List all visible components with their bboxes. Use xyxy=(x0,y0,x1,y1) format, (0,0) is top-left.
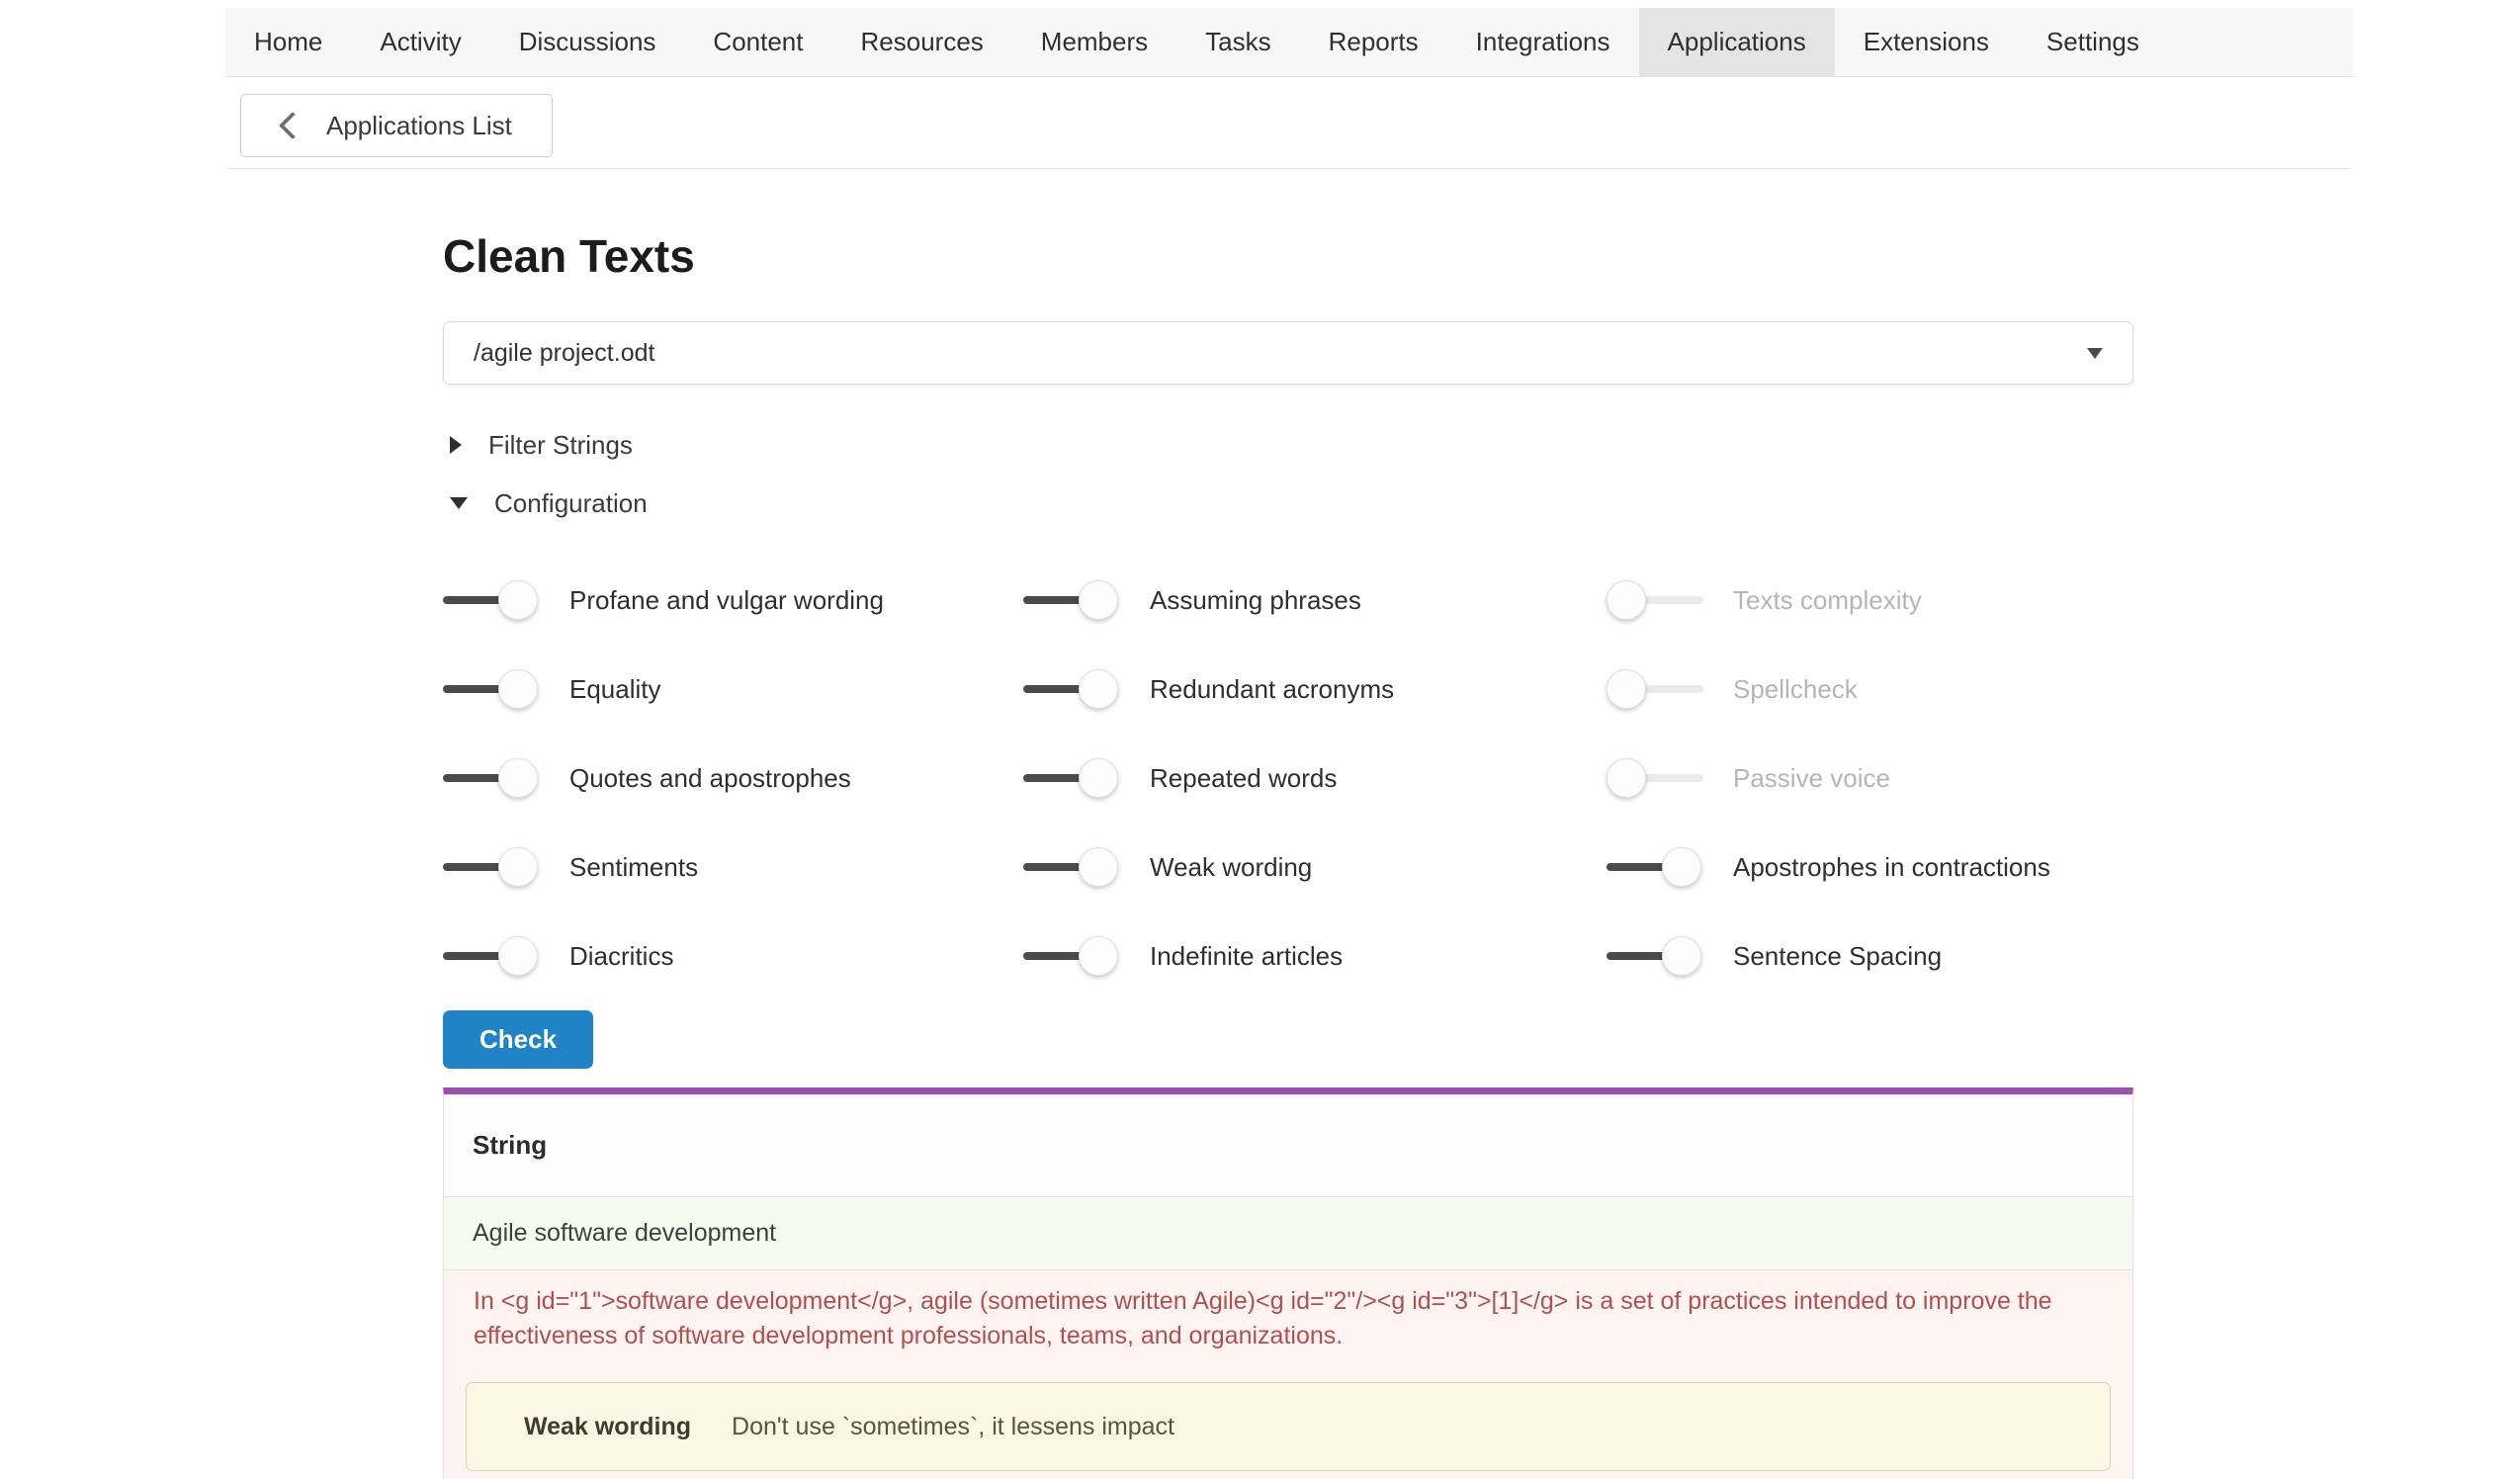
caret-down-icon xyxy=(2087,348,2103,359)
toggle-label: Apostrophes in contractions xyxy=(1733,852,2050,883)
file-dropdown-value: /agile project.odt xyxy=(474,339,654,368)
toggle-row: Texts complexity xyxy=(1607,556,2140,645)
toggle-label: Repeated words xyxy=(1150,763,1337,794)
filter-strings-label: Filter Strings xyxy=(488,430,633,461)
toggle-row: Repeated words xyxy=(1023,734,1607,823)
switch-knob xyxy=(498,669,538,709)
switch-knob xyxy=(498,936,538,976)
back-button-label: Applications List xyxy=(326,111,512,141)
header-divider xyxy=(225,168,2353,169)
toggle-apostrophes-contractions[interactable] xyxy=(1607,845,1705,889)
nav-item-discussions[interactable]: Discussions xyxy=(490,8,685,76)
toggle-row: Passive voice xyxy=(1607,734,2140,823)
toggle-row: Indefinite articles xyxy=(1023,912,1607,1000)
toggle-row: Apostrophes in contractions xyxy=(1607,823,2140,912)
toggle-indefinite-articles[interactable] xyxy=(1023,934,1122,978)
switch-knob xyxy=(1607,758,1646,798)
toggle-row: Equality xyxy=(443,645,1023,734)
string-error-text: In <g id="1">software development</g>, a… xyxy=(474,1284,2085,1353)
toggle-label: Sentiments xyxy=(569,852,698,883)
switch-knob xyxy=(1662,847,1701,887)
toggle-row: Spellcheck xyxy=(1607,645,2140,734)
switch-knob xyxy=(1079,847,1118,887)
toggle-row: Sentence Spacing xyxy=(1607,912,2140,1000)
toggle-row: Weak wording xyxy=(1023,823,1607,912)
toggle-row: Assuming phrases xyxy=(1023,556,1607,645)
file-dropdown[interactable]: /agile project.odt xyxy=(443,321,2133,385)
issue-message: Don't use `sometimes`, it lessens impact xyxy=(732,1413,1174,1441)
toggle-texts-complexity[interactable] xyxy=(1607,578,1705,622)
toggle-repeated-words[interactable] xyxy=(1023,756,1122,800)
switch-knob xyxy=(1662,936,1701,976)
toggle-row: Sentiments xyxy=(443,823,1023,912)
nav-item-extensions[interactable]: Extensions xyxy=(1835,8,2018,76)
toggle-diacritics[interactable] xyxy=(443,934,542,978)
toggle-label: Indefinite articles xyxy=(1150,941,1343,972)
toggle-profane-vulgar-wording[interactable] xyxy=(443,578,542,622)
results-panel: String Agile software development In <g … xyxy=(443,1088,2133,1479)
switch-knob xyxy=(498,847,538,887)
toggle-row: Profane and vulgar wording xyxy=(443,556,1023,645)
toggle-label: Profane and vulgar wording xyxy=(569,585,884,616)
toggle-label: Passive voice xyxy=(1733,763,1890,794)
toggle-passive-voice[interactable] xyxy=(1607,756,1705,800)
nav-item-members[interactable]: Members xyxy=(1012,8,1176,76)
nav-item-home[interactable]: Home xyxy=(225,8,351,76)
toggle-weak-wording[interactable] xyxy=(1023,845,1122,889)
top-navigation: Home Activity Discussions Content Resour… xyxy=(225,8,2353,77)
toggle-row: Redundant acronyms xyxy=(1023,645,1607,734)
issue-type-label: Weak wording xyxy=(524,1413,691,1441)
triangle-down-icon xyxy=(450,497,468,509)
nav-item-applications[interactable]: Applications xyxy=(1639,8,1835,76)
issue-warning-box: Weak wording Don't use `sometimes`, it l… xyxy=(466,1382,2111,1471)
switch-knob xyxy=(1079,758,1118,798)
toggle-label: Diacritics xyxy=(569,941,673,972)
result-string-row[interactable]: Agile software development xyxy=(444,1197,2132,1270)
switch-knob xyxy=(1607,669,1646,709)
nav-item-integrations[interactable]: Integrations xyxy=(1447,8,1639,76)
switch-knob xyxy=(498,758,538,798)
toggle-sentiments[interactable] xyxy=(443,845,542,889)
configuration-toggle-grid: Profane and vulgar wording Equality Quot… xyxy=(443,556,2140,1000)
toggle-label: Texts complexity xyxy=(1733,585,1922,616)
clean-texts-app-page: Home Activity Discussions Content Resour… xyxy=(0,0,2520,1479)
toggle-equality[interactable] xyxy=(443,667,542,711)
toggle-row: Diacritics xyxy=(443,912,1023,1000)
toggle-label: Spellcheck xyxy=(1733,674,1858,705)
nav-item-resources[interactable]: Resources xyxy=(832,8,1012,76)
toggle-label: Weak wording xyxy=(1150,852,1312,883)
triangle-right-icon xyxy=(450,436,462,454)
nav-item-content[interactable]: Content xyxy=(684,8,831,76)
switch-knob xyxy=(1079,669,1118,709)
toggle-label: Assuming phrases xyxy=(1150,585,1361,616)
switch-knob xyxy=(498,580,538,620)
toggle-label: Sentence Spacing xyxy=(1733,941,1942,972)
nav-item-settings[interactable]: Settings xyxy=(2018,8,2168,76)
switch-knob xyxy=(1607,580,1646,620)
page-title: Clean Texts xyxy=(443,229,695,283)
switch-knob xyxy=(1079,936,1118,976)
switch-knob xyxy=(1079,580,1118,620)
nav-item-reports[interactable]: Reports xyxy=(1300,8,1447,76)
toggle-redundant-acronyms[interactable] xyxy=(1023,667,1122,711)
check-button[interactable]: Check xyxy=(443,1010,593,1069)
nav-item-tasks[interactable]: Tasks xyxy=(1176,8,1299,76)
filter-strings-section-header[interactable]: Filter Strings xyxy=(450,426,633,464)
string-detail-section: In <g id="1">software development</g>, a… xyxy=(444,1270,2132,1479)
toggle-sentence-spacing[interactable] xyxy=(1607,934,1705,978)
results-header: String xyxy=(444,1094,2132,1197)
toggle-row: Quotes and apostrophes xyxy=(443,734,1023,823)
toggle-label: Quotes and apostrophes xyxy=(569,763,851,794)
chevron-left-icon xyxy=(279,112,306,139)
toggle-label: Equality xyxy=(569,674,661,705)
toggle-spellcheck[interactable] xyxy=(1607,667,1705,711)
configuration-section-header[interactable]: Configuration xyxy=(450,484,648,522)
configuration-label: Configuration xyxy=(494,488,648,519)
nav-item-activity[interactable]: Activity xyxy=(351,8,489,76)
toggle-assuming-phrases[interactable] xyxy=(1023,578,1122,622)
toggle-quotes-apostrophes[interactable] xyxy=(443,756,542,800)
toggle-label: Redundant acronyms xyxy=(1150,674,1394,705)
applications-list-back-button[interactable]: Applications List xyxy=(240,94,553,157)
